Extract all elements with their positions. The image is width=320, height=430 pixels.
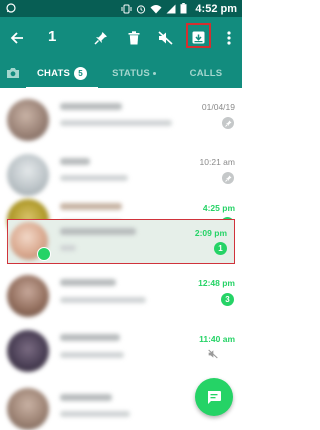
- message-preview-blurred: [60, 120, 172, 126]
- chat-time: 12:48 pm: [198, 278, 235, 288]
- new-chat-button[interactable]: [195, 378, 233, 416]
- pinned-badge: [222, 172, 234, 184]
- message-preview-blurred: [60, 175, 128, 181]
- pin-icon: [224, 175, 231, 182]
- avatar: [7, 275, 49, 317]
- delete-chat-button[interactable]: [123, 17, 145, 58]
- tab-bar: CHATS 5 STATUS CALLS: [0, 58, 242, 88]
- selected-count: 1: [48, 28, 57, 45]
- contact-name-blurred: [60, 394, 112, 401]
- back-button[interactable]: [5, 17, 29, 58]
- mute-chat-button[interactable]: [154, 17, 176, 58]
- chat-row[interactable]: 01/04/19: [0, 92, 242, 148]
- avatar: [7, 99, 49, 141]
- pinned-badge: [222, 117, 234, 129]
- more-options-button[interactable]: [220, 17, 238, 58]
- muted-icon: [208, 349, 218, 359]
- camera-icon: [7, 68, 19, 78]
- chat-message-icon: [208, 390, 221, 404]
- message-preview-blurred: [60, 352, 124, 358]
- tab-status[interactable]: STATUS: [98, 58, 170, 88]
- unread-count-badge: 3: [221, 293, 234, 306]
- chats-unread-badge: 5: [74, 66, 88, 80]
- back-arrow-icon: [10, 31, 23, 44]
- contact-name-blurred: [60, 334, 120, 341]
- contact-name-blurred: [60, 279, 116, 286]
- tab-calls-label: CALLS: [189, 67, 223, 79]
- tab-calls[interactable]: CALLS: [170, 58, 242, 88]
- chat-time: 10:21 am: [199, 157, 235, 167]
- active-tab-indicator: [26, 87, 98, 90]
- contact-name-blurred: [60, 203, 122, 210]
- status-bar: 4:52 pm: [0, 0, 242, 17]
- chat-time: 2:09 pm: [194, 228, 227, 238]
- chat-row[interactable]: 12:48 pm 3: [0, 268, 242, 324]
- message-preview-blurred: [60, 245, 76, 251]
- tab-status-label: STATUS: [112, 67, 150, 79]
- contact-name-blurred: [60, 158, 90, 165]
- chat-row[interactable]: 11:40 am: [0, 324, 242, 380]
- tab-chats-label: CHATS: [36, 67, 71, 79]
- message-preview-blurred: [60, 411, 130, 417]
- contact-name-blurred: [60, 228, 136, 235]
- avatar: [7, 330, 49, 372]
- avatar: [7, 154, 49, 196]
- archive-chat-button[interactable]: [186, 17, 211, 58]
- selection-toolbar: 1: [0, 17, 242, 58]
- more-vertical-icon: [227, 30, 231, 45]
- pin-chat-button[interactable]: [90, 17, 112, 58]
- trash-icon: [128, 30, 140, 44]
- tab-camera[interactable]: [4, 64, 22, 82]
- status-update-dot: [152, 71, 156, 75]
- archive-icon: [192, 31, 205, 44]
- chat-time: 01/04/19: [201, 102, 235, 112]
- pin-icon: [94, 31, 107, 45]
- pin-icon: [224, 120, 231, 127]
- tab-chats[interactable]: CHATS 5: [26, 58, 98, 88]
- clock-time: 4:52 pm: [195, 2, 237, 15]
- vibrate-icon: [121, 4, 132, 13]
- selected-check-icon: [37, 247, 51, 261]
- message-preview-blurred: [60, 297, 146, 303]
- chat-time: 4:25 pm: [202, 203, 235, 213]
- speaker-mute-icon: [157, 30, 173, 45]
- battery-icon: [180, 3, 187, 14]
- avatar: [7, 388, 49, 430]
- unread-count-badge: 1: [214, 242, 227, 255]
- wifi-icon: [150, 4, 162, 13]
- alarm-icon: [137, 4, 146, 14]
- whatsapp-notification-icon: [6, 3, 16, 13]
- chat-time: 11:40 am: [199, 334, 235, 344]
- signal-icon: [166, 4, 176, 13]
- chat-row-selected[interactable]: 2:09 pm 1: [7, 219, 235, 264]
- contact-name-blurred: [60, 103, 122, 110]
